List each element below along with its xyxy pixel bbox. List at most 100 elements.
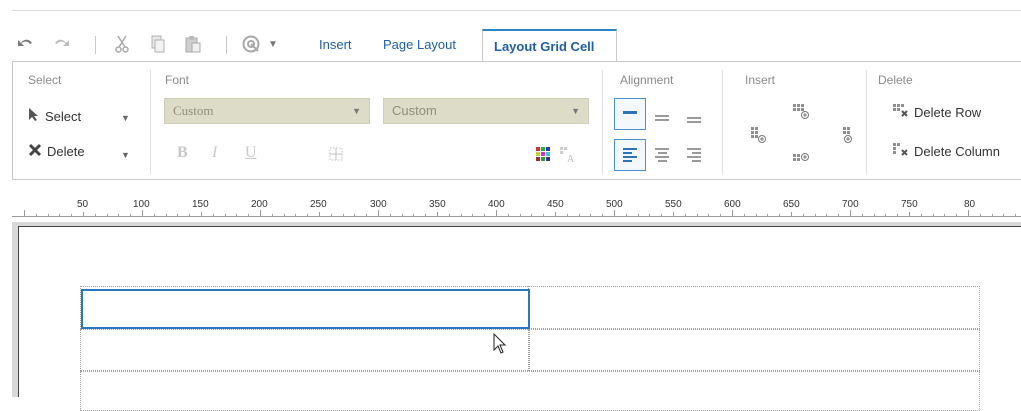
insert-column-right-icon[interactable] (843, 127, 857, 148)
close-icon (28, 143, 42, 160)
ruler-tick (319, 212, 320, 216)
svg-text:A: A (567, 154, 575, 163)
align-left-button[interactable] (614, 139, 646, 171)
text-color-icon[interactable]: A (560, 147, 576, 168)
ruler-tick (697, 214, 698, 216)
ruler-tick (425, 214, 426, 216)
ruler-label: 400 (488, 199, 505, 210)
group-separator (722, 70, 723, 174)
ruler-tick (508, 214, 509, 216)
group-title-alignment: Alignment (620, 73, 674, 87)
ruler-tick (71, 214, 72, 216)
delete-row-button[interactable]: Delete Row (893, 104, 981, 121)
grid-cell-bottom-right[interactable] (528, 329, 980, 371)
delete-dropdown-icon[interactable]: ▼ (121, 150, 130, 160)
grid-cell-bottom-left[interactable] (80, 329, 530, 371)
ruler-tick (413, 214, 414, 216)
ruler-tick (83, 212, 84, 216)
delete-column-icon (893, 143, 909, 160)
ruler-tick (779, 214, 780, 216)
ruler-tick (661, 214, 662, 216)
paste-icon[interactable] (184, 36, 202, 53)
ruler-tick (767, 214, 768, 216)
delete-column-button[interactable]: Delete Column (893, 143, 1000, 160)
ruler-tick (838, 214, 839, 216)
ruler-label: 200 (251, 199, 268, 210)
font-family-select[interactable]: Custom ▼ (164, 98, 370, 124)
grid-row-next[interactable] (80, 371, 980, 411)
ruler-tick (980, 214, 981, 216)
ruler-tick (850, 210, 851, 216)
ruler-label: 650 (783, 199, 800, 210)
delete-label: Delete (47, 144, 85, 159)
vertical-align-bottom-button[interactable] (678, 104, 710, 136)
ruler-tick (472, 214, 473, 216)
ruler-tick (968, 210, 969, 216)
insert-row-above-icon[interactable] (793, 104, 809, 125)
grid-cell-top-right[interactable] (528, 286, 980, 329)
ruler-tick (36, 214, 37, 216)
ruler-tick (177, 214, 178, 216)
underline-button[interactable]: U (245, 144, 257, 162)
ruler-label: 80 (964, 199, 976, 210)
color-grid-icon[interactable] (536, 147, 550, 166)
ruler-tick (95, 214, 96, 216)
ruler-label: 350 (429, 199, 446, 210)
tab-page-layout[interactable]: Page Layout (374, 29, 465, 61)
ruler-tick (567, 214, 568, 216)
ruler-label: 700 (842, 199, 859, 210)
delete-button[interactable]: Delete (28, 143, 85, 160)
cut-icon[interactable] (113, 35, 131, 53)
ruler-tick (921, 214, 922, 216)
delete-column-label: Delete Column (914, 144, 1000, 159)
select-dropdown-icon[interactable]: ▼ (121, 113, 130, 123)
vertical-align-middle-button[interactable] (646, 102, 678, 134)
ruler-tick (201, 212, 202, 216)
ruler-label: 50 (77, 199, 89, 210)
align-center-button[interactable] (646, 139, 678, 171)
ruler-tick (496, 210, 497, 216)
font-family-value: Custom (173, 103, 214, 118)
ruler-tick (378, 210, 379, 216)
grid-cell-selected[interactable] (81, 289, 530, 329)
ruler-tick (343, 214, 344, 216)
ruler-tick (626, 214, 627, 216)
tab-insert[interactable]: Insert (310, 29, 361, 61)
ruler-tick (614, 210, 615, 216)
ruler-tick (885, 214, 886, 216)
italic-button[interactable]: I (212, 144, 217, 162)
ruler-tick (826, 214, 827, 216)
ruler-tick (803, 214, 804, 216)
group-title-font: Font (165, 73, 190, 87)
group-separator (602, 70, 603, 174)
bold-button[interactable]: B (177, 144, 188, 162)
copy-icon[interactable] (149, 35, 167, 53)
undo-icon[interactable] (16, 36, 34, 52)
tab-layout-grid-cell[interactable]: Layout Grid Cell (482, 29, 617, 61)
target-icon[interactable] (240, 35, 262, 53)
group-title-delete: Delete (878, 73, 913, 87)
ruler-tick (295, 214, 296, 216)
borders-icon[interactable] (329, 147, 343, 166)
redo-icon[interactable] (52, 36, 72, 52)
ruler-tick (225, 214, 226, 216)
ruler-label: 450 (547, 199, 564, 210)
ruler-label: 550 (665, 199, 682, 210)
chevron-down-icon[interactable]: ▼ (266, 36, 280, 52)
insert-column-left-icon[interactable] (751, 127, 767, 148)
align-right-button[interactable] (678, 139, 710, 171)
ruler-tick (756, 214, 757, 216)
ruler-tick (897, 214, 898, 216)
select-button[interactable]: Select (28, 107, 81, 125)
ruler-label: 250 (310, 199, 327, 210)
chevron-down-icon: ▼ (571, 106, 580, 116)
ruler-tick (189, 214, 190, 216)
ruler-tick (307, 214, 308, 216)
ruler-tick (708, 214, 709, 216)
ruler-tick (531, 214, 532, 216)
vertical-align-top-button[interactable] (614, 98, 646, 130)
delete-row-icon (893, 104, 909, 121)
ruler-tick (59, 214, 60, 216)
font-size-select[interactable]: Custom ▼ (383, 98, 589, 124)
insert-row-below-icon[interactable] (793, 150, 811, 169)
